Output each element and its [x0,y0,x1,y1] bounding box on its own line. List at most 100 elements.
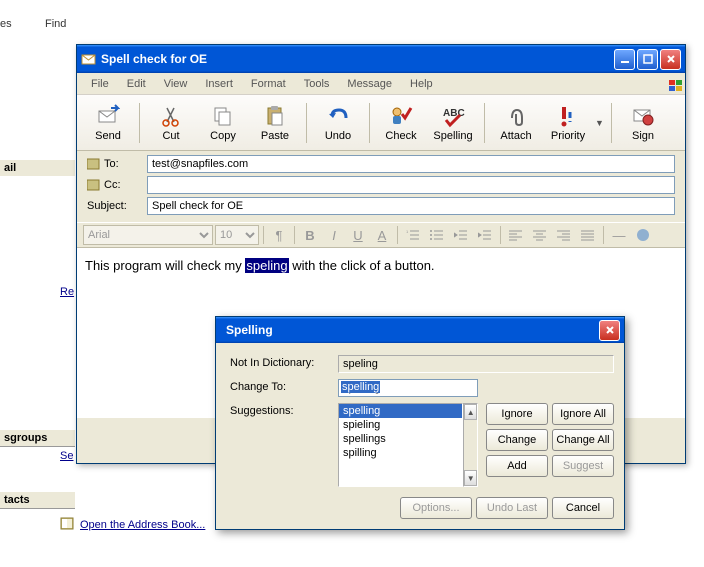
bg-link[interactable]: Re [60,286,74,298]
priority-label: Priority [551,130,585,142]
sign-label: Sign [632,130,654,142]
ignore-all-button[interactable]: Ignore All [552,403,614,425]
indent-button[interactable] [474,225,496,245]
justify-button[interactable] [577,225,599,245]
cut-label: Cut [162,130,179,142]
paste-button[interactable]: Paste [250,99,300,147]
outdent-button[interactable] [450,225,472,245]
priority-dropdown[interactable]: ▼ [595,118,605,128]
body-text: with the click of a button. [289,258,435,273]
maximize-button[interactable] [637,49,658,70]
bg-section-mail: ail [0,160,75,176]
menu-file[interactable]: File [83,76,117,92]
find-menu[interactable]: Find [45,18,66,30]
subject-label: Subject: [87,200,147,212]
font-color-button[interactable]: A [371,225,393,245]
cc-field[interactable] [147,176,675,194]
check-button[interactable]: Check [376,99,426,147]
list-item[interactable]: spilling [339,446,462,460]
cut-icon [159,104,183,128]
suggestions-label: Suggestions: [230,403,330,417]
cancel-button[interactable]: Cancel [552,497,614,519]
dialog-close-button[interactable] [599,320,620,341]
copy-button[interactable]: Copy [198,99,248,147]
spelling-icon: ABC [441,104,465,128]
menu-format[interactable]: Format [243,76,294,92]
change-button[interactable]: Change [486,429,548,451]
options-button[interactable]: Options... [400,497,472,519]
align-center-button[interactable] [529,225,551,245]
to-label[interactable]: To: [87,158,147,170]
windows-flag-icon [659,76,679,92]
menu-help[interactable]: Help [402,76,441,92]
misspelled-word: speling [245,258,288,273]
suggestions-list[interactable]: spelling spieling spellings spilling [338,403,463,487]
italic-button[interactable]: I [323,225,345,245]
underline-button[interactable]: U [347,225,369,245]
sign-button[interactable]: Sign [618,99,668,147]
change-to-field[interactable] [338,379,478,397]
send-icon [96,104,120,128]
subject-field[interactable] [147,197,675,215]
list-item[interactable]: spelling [339,404,462,418]
cut-button[interactable]: Cut [146,99,196,147]
attach-button[interactable]: Attach [491,99,541,147]
align-left-button[interactable] [505,225,527,245]
to-field[interactable] [147,155,675,173]
svg-text:1: 1 [406,229,409,234]
attach-icon [504,104,528,128]
separator [306,103,307,143]
hr-button[interactable]: — [608,225,630,245]
font-select[interactable]: Arial [83,225,213,245]
undo-last-button[interactable]: Undo Last [476,497,548,519]
header-fields: To: Cc: Subject: [77,151,685,222]
dialog-titlebar[interactable]: Spelling [216,317,624,343]
undo-button[interactable]: Undo [313,99,363,147]
list-item[interactable]: spellings [339,432,462,446]
ignore-button[interactable]: Ignore [486,403,548,425]
size-select[interactable]: 10 [215,225,259,245]
suggest-button[interactable]: Suggest [552,455,614,477]
menu-view[interactable]: View [156,76,196,92]
paragraph-button[interactable]: ¶ [268,225,290,245]
close-button[interactable] [660,49,681,70]
priority-button[interactable]: Priority [543,99,593,147]
change-all-button[interactable]: Change All [552,429,614,451]
number-list-button[interactable]: 1 [402,225,424,245]
spelling-label: Spelling [433,130,472,142]
spelling-button[interactable]: ABC Spelling [428,99,478,147]
svg-text:ABC: ABC [443,108,465,119]
send-button[interactable]: Send [83,99,133,147]
open-addressbook-link[interactable]: Open the Address Book... [80,519,205,531]
format-toolbar: Arial 10 ¶ B I U A 1 — [77,222,685,248]
scroll-up-icon[interactable]: ▲ [464,404,477,420]
scroll-down-icon[interactable]: ▼ [464,470,477,486]
addressbook-icon [87,158,101,170]
bg-section-contacts: tacts [0,492,75,509]
cc-label-text: Cc: [104,179,121,191]
undo-icon [326,104,350,128]
list-scrollbar[interactable]: ▲ ▼ [463,403,478,487]
copy-icon [211,104,235,128]
addressbook-icon [60,516,76,532]
cc-label[interactable]: Cc: [87,179,147,191]
dialog-title: Spelling [220,323,599,337]
sign-icon [631,104,655,128]
menu-tools[interactable]: Tools [296,76,338,92]
bg-link[interactable]: Se [60,450,73,462]
bg-text: es [0,18,12,30]
add-button[interactable]: Add [486,455,548,477]
list-item[interactable]: spieling [339,418,462,432]
bullet-list-button[interactable] [426,225,448,245]
bold-button[interactable]: B [299,225,321,245]
menu-insert[interactable]: Insert [197,76,241,92]
minimize-button[interactable] [614,49,635,70]
attach-label: Attach [500,130,531,142]
separator [139,103,140,143]
titlebar[interactable]: Spell check for OE [77,45,685,73]
separator [611,103,612,143]
link-button[interactable] [632,225,654,245]
menu-message[interactable]: Message [339,76,400,92]
menu-edit[interactable]: Edit [119,76,154,92]
align-right-button[interactable] [553,225,575,245]
